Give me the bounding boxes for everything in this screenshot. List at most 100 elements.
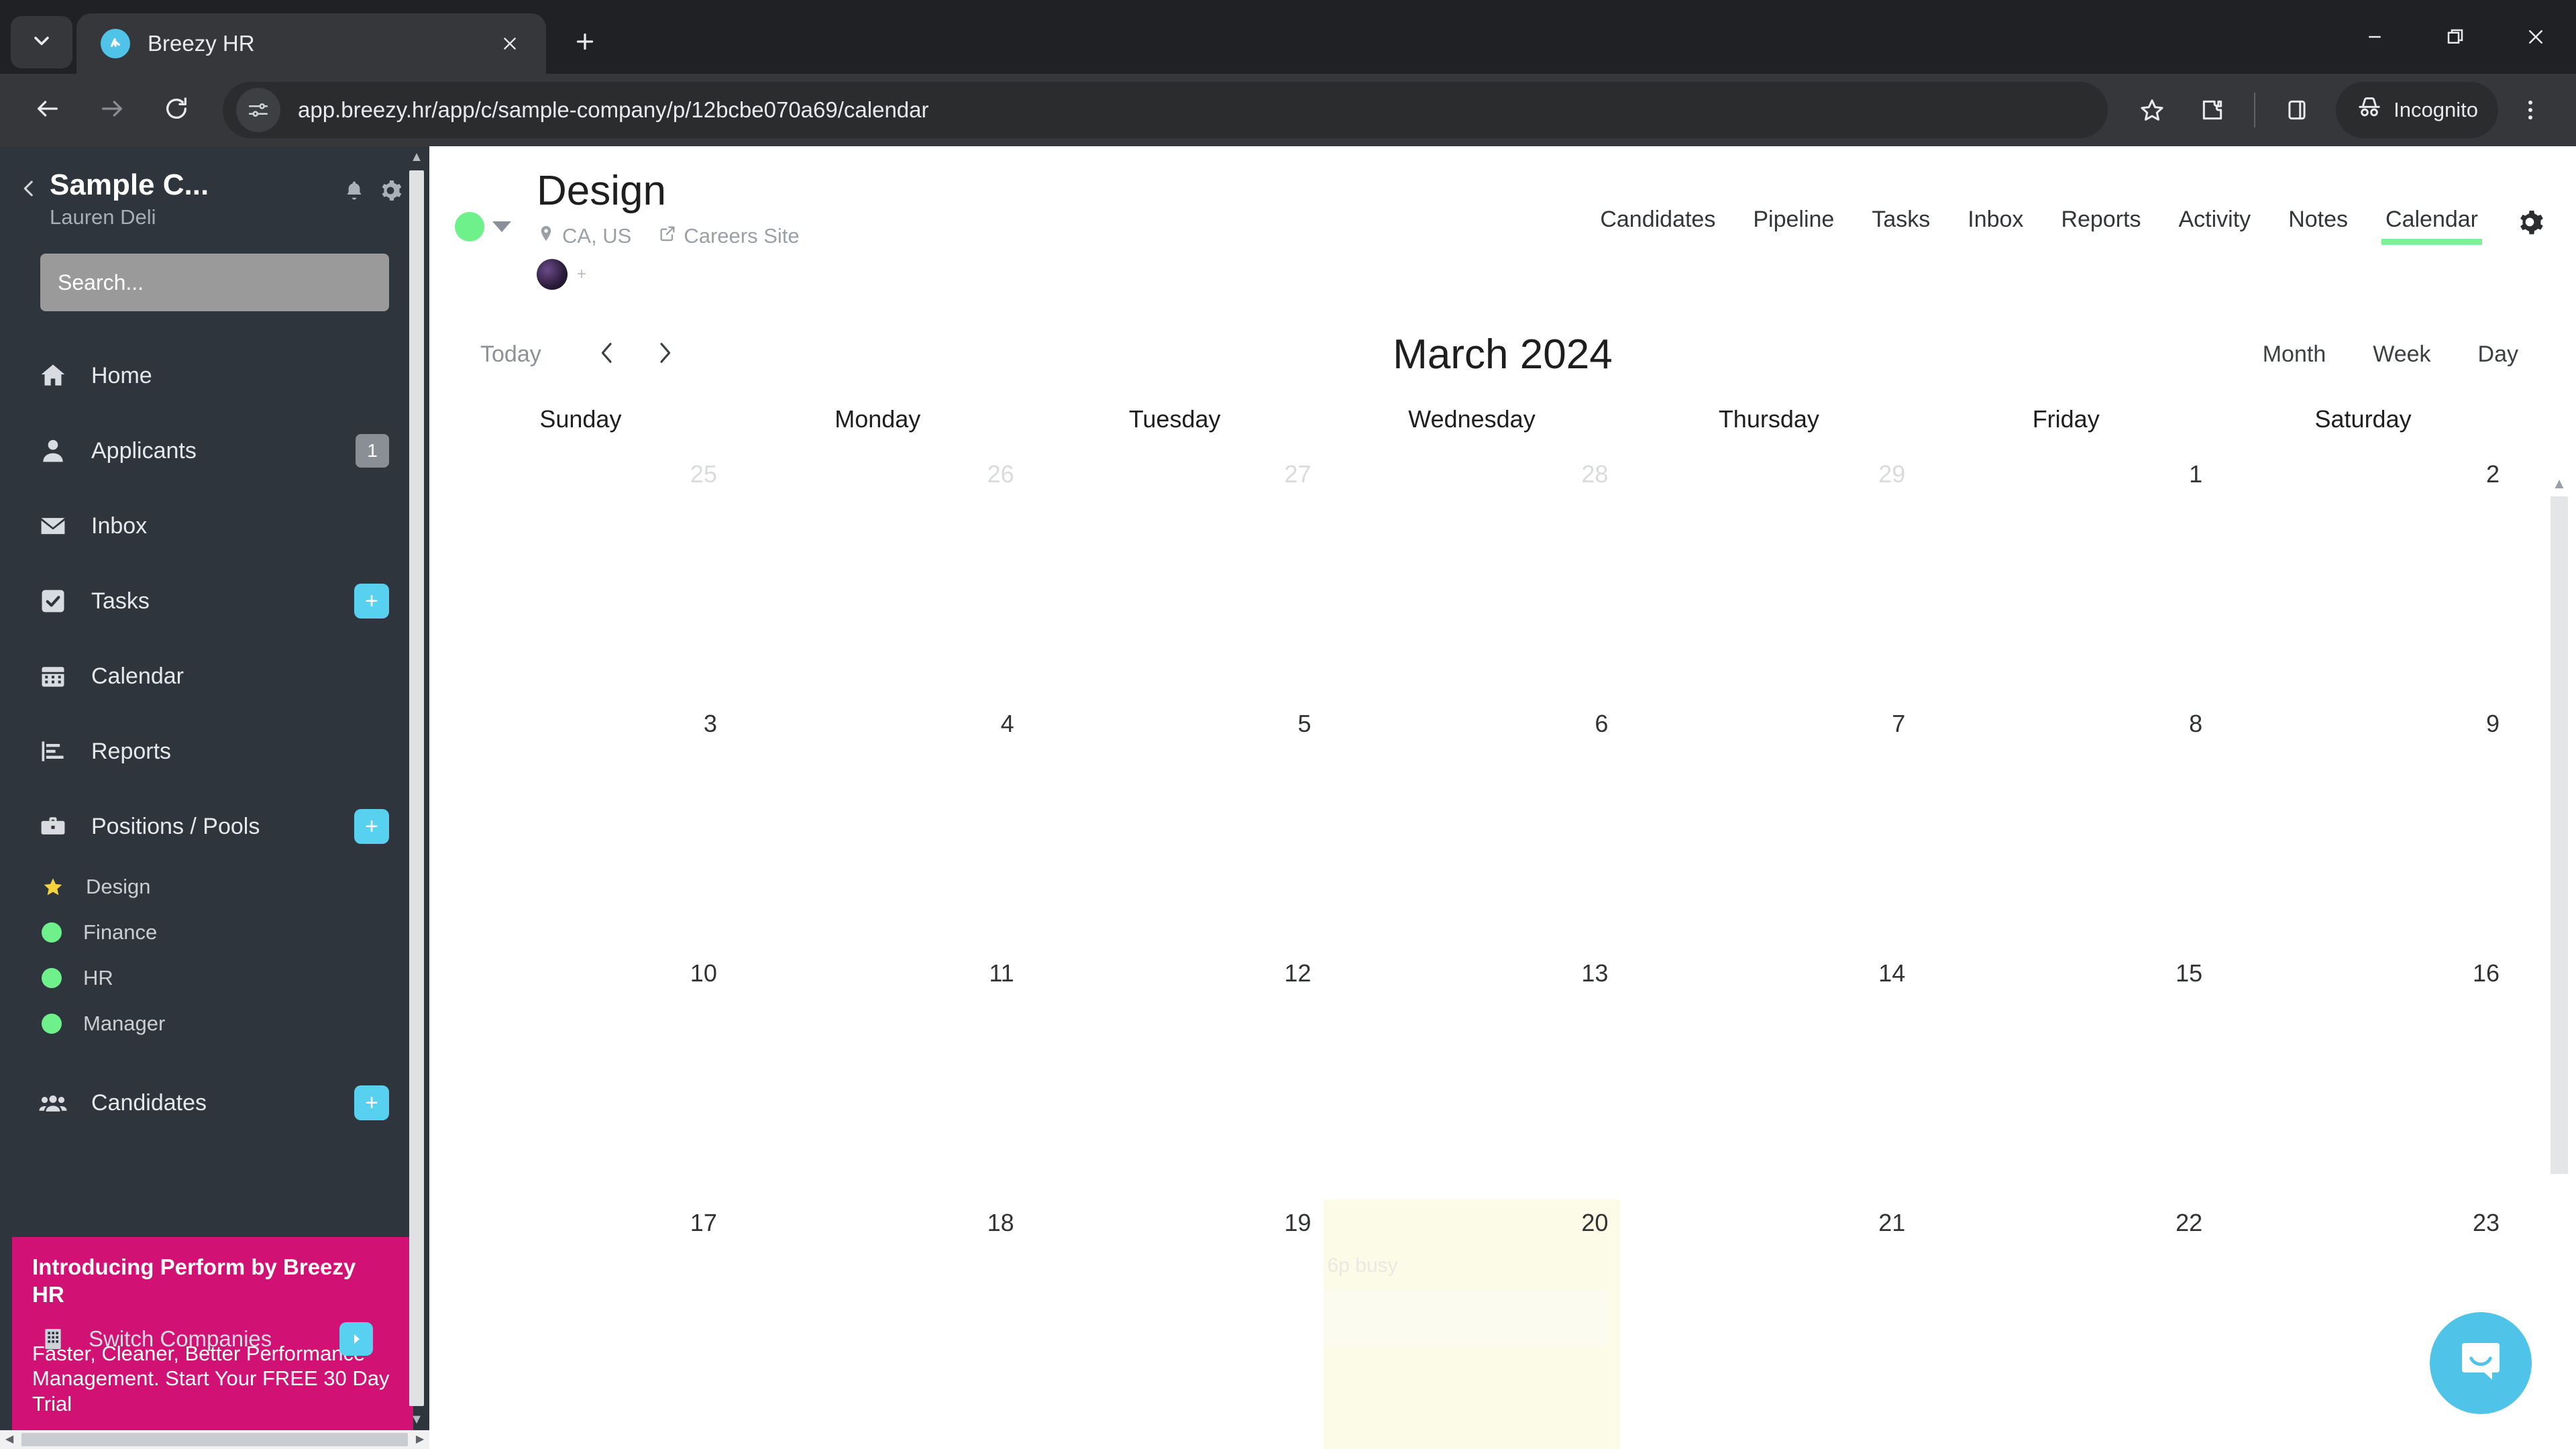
calendar-day-cell[interactable]: 16 — [2214, 950, 2512, 1199]
calendar-day-cell[interactable]: 13 — [1324, 950, 1621, 1199]
search-input[interactable]: Search... — [40, 254, 389, 312]
chat-support-button[interactable] — [2430, 1312, 2532, 1414]
sidebar-item-switch-companies[interactable]: Switch Companies — [0, 1307, 413, 1371]
browser-window: Breezy HR app.breezy.hr/app/c/sample-com… — [0, 0, 2576, 1449]
scrollbar-thumb[interactable] — [409, 170, 424, 1406]
site-settings-icon[interactable] — [236, 88, 280, 132]
forward-button[interactable] — [82, 80, 142, 140]
add-position-button[interactable]: + — [354, 809, 389, 845]
sidebar-item-home[interactable]: Home — [0, 338, 429, 413]
next-month-button[interactable] — [651, 339, 678, 370]
chevron-right-icon[interactable] — [339, 1322, 373, 1356]
calendar-day-cell[interactable]: 19 — [1026, 1199, 1324, 1449]
tab-inbox[interactable]: Inbox — [1949, 207, 2042, 245]
sidebar-position-finance[interactable]: Finance — [0, 910, 429, 955]
calendar-day-cell[interactable]: 8 — [1917, 700, 2214, 950]
sidebar-position-manager[interactable]: Manager — [0, 1001, 429, 1046]
tab-tasks[interactable]: Tasks — [1853, 207, 1949, 245]
plus-small-icon[interactable]: + — [577, 265, 586, 284]
new-tab-button[interactable] — [561, 19, 609, 67]
avatar[interactable] — [537, 259, 568, 290]
three-dot-menu-icon[interactable] — [2502, 82, 2559, 138]
sidebar-item-calendar[interactable]: Calendar — [0, 639, 429, 714]
position-settings-button[interactable] — [2497, 207, 2557, 241]
browser-tab[interactable]: Breezy HR — [76, 13, 546, 74]
view-week-button[interactable]: Week — [2373, 341, 2430, 368]
calendar-day-cell[interactable]: 25 — [432, 451, 729, 700]
calendar-event-block[interactable] — [1323, 1289, 1609, 1346]
calendar-day-cell[interactable]: 3 — [432, 700, 729, 950]
side-panel-icon[interactable] — [2269, 82, 2325, 138]
calendar-day-cell[interactable]: 18 — [729, 1199, 1026, 1449]
scroll-up-icon[interactable]: ▲ — [410, 146, 423, 168]
calendar-day-cell[interactable]: 10 — [432, 950, 729, 1199]
bookmark-star-icon[interactable] — [2124, 82, 2180, 138]
calendar-day-cell[interactable]: 12 — [1026, 950, 1324, 1199]
calendar-day-cell[interactable]: 14 — [1620, 950, 1917, 1199]
calendar-day-cell[interactable]: 22 — [1917, 1199, 2214, 1449]
calendar-event[interactable]: 6p busy — [1324, 1254, 1609, 1277]
careers-site-link[interactable]: Careers Site — [658, 223, 800, 250]
today-button[interactable]: Today — [480, 341, 541, 368]
calendar-day-cell[interactable]: 7 — [1620, 700, 1917, 950]
calendar-day-cell[interactable]: 26 — [729, 451, 1026, 700]
minimize-icon[interactable] — [2334, 0, 2415, 74]
calendar-day-cell[interactable]: 5 — [1026, 700, 1324, 950]
tab-pipeline[interactable]: Pipeline — [1734, 207, 1853, 245]
chevron-left-icon[interactable] — [17, 177, 40, 203]
calendar-day-cell-today[interactable]: 20 6p busy — [1323, 1199, 1621, 1449]
company-name[interactable]: Sample C... — [50, 169, 333, 201]
add-candidate-button[interactable]: + — [354, 1085, 389, 1121]
sidebar-position-hr[interactable]: HR — [0, 955, 429, 1001]
calendar-day-cell[interactable]: 9 — [2214, 700, 2512, 950]
sidebar-item-inbox[interactable]: Inbox — [0, 488, 429, 564]
view-day-button[interactable]: Day — [2478, 341, 2518, 368]
calendar-day-cell[interactable]: 4 — [729, 700, 1026, 950]
tab-candidates[interactable]: Candidates — [1581, 207, 1734, 245]
close-icon[interactable] — [492, 26, 527, 61]
scroll-left-icon[interactable]: ◀ — [0, 1434, 19, 1445]
calendar-day-cell[interactable]: 27 — [1026, 451, 1324, 700]
calendar-day-cell[interactable]: 29 — [1620, 451, 1917, 700]
calendar-day-cell[interactable]: 17 — [432, 1199, 729, 1449]
scroll-right-icon[interactable]: ▶ — [411, 1434, 429, 1445]
gear-icon[interactable] — [378, 178, 402, 206]
sidebar-item-tasks[interactable]: Tasks + — [0, 564, 429, 639]
calendar-day-cell[interactable]: 1 — [1917, 451, 2214, 700]
calendar-day-cell[interactable]: 6 — [1324, 700, 1621, 950]
calendar-day-cell[interactable]: 21 — [1620, 1199, 1917, 1449]
calendar-day-cell[interactable]: 28 — [1324, 451, 1621, 700]
add-task-button[interactable]: + — [354, 584, 389, 619]
sidebar-horizontal-scrollbar[interactable]: ◀ ▶ — [0, 1430, 429, 1449]
scroll-down-icon[interactable]: ▼ — [410, 1409, 423, 1430]
sidebar-item-applicants[interactable]: Applicants 1 — [0, 413, 429, 488]
scrollbar-thumb[interactable] — [2551, 496, 2568, 1174]
reload-button[interactable] — [146, 80, 207, 140]
sidebar-item-reports[interactable]: Reports — [0, 714, 429, 789]
back-button[interactable] — [17, 80, 78, 140]
view-month-button[interactable]: Month — [2263, 341, 2326, 368]
sidebar-position-design[interactable]: Design — [0, 864, 429, 910]
extensions-icon[interactable] — [2184, 82, 2241, 138]
scroll-up-icon[interactable]: ▲ — [2552, 474, 2567, 494]
tab-reports[interactable]: Reports — [2042, 207, 2159, 245]
window-close-icon[interactable] — [2496, 0, 2576, 74]
calendar-day-cell[interactable]: 2 — [2214, 451, 2512, 700]
position-status-selector[interactable] — [429, 170, 537, 241]
tab-activity[interactable]: Activity — [2160, 207, 2270, 245]
maximize-icon[interactable] — [2415, 0, 2496, 74]
profile-incognito-button[interactable]: Incognito — [2336, 82, 2498, 138]
scrollbar-thumb[interactable] — [21, 1433, 408, 1446]
sidebar-item-candidates[interactable]: Candidates + — [0, 1065, 429, 1140]
calendar-vertical-scrollbar[interactable]: ▲ — [2549, 474, 2569, 1430]
prev-month-button[interactable] — [594, 339, 621, 370]
bell-icon[interactable] — [342, 178, 366, 206]
tab-search-button[interactable] — [11, 16, 72, 68]
sidebar-vertical-scrollbar[interactable]: ▲ ▼ — [408, 146, 425, 1430]
calendar-day-cell[interactable]: 15 — [1917, 950, 2214, 1199]
address-bar[interactable]: app.breezy.hr/app/c/sample-company/p/12b… — [223, 82, 2108, 138]
tab-notes[interactable]: Notes — [2269, 207, 2367, 245]
calendar-day-cell[interactable]: 11 — [729, 950, 1026, 1199]
tab-calendar[interactable]: Calendar — [2367, 207, 2497, 245]
sidebar-item-positions-pools[interactable]: Positions / Pools + — [0, 789, 429, 864]
